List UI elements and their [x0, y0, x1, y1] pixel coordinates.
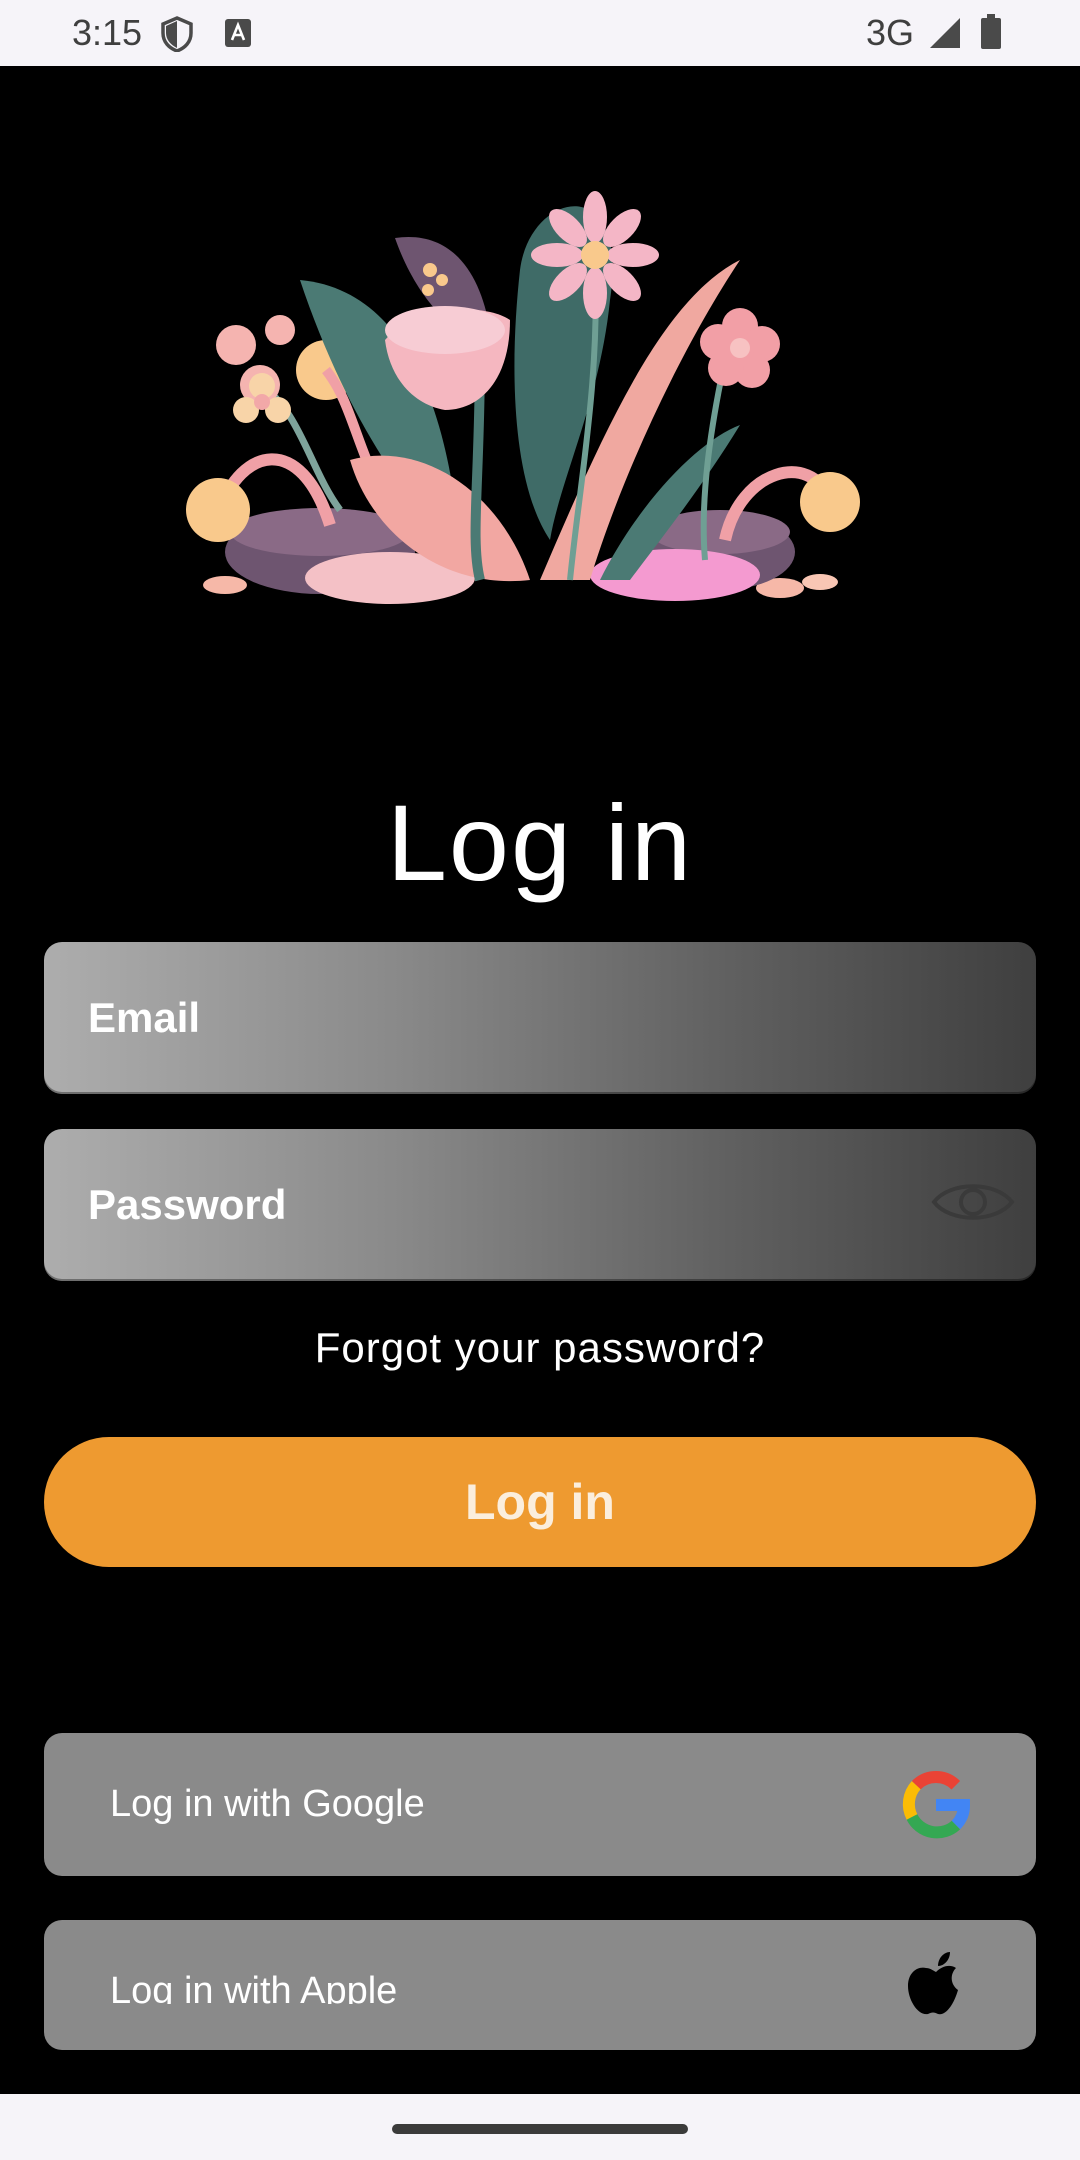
- signal-icon: [926, 16, 962, 55]
- login-button[interactable]: Log in: [44, 1437, 1036, 1567]
- battery-icon: [980, 14, 1002, 55]
- apple-icon: [904, 1950, 968, 2027]
- forgot-password-link[interactable]: Forgot your password?: [0, 1318, 1080, 1378]
- keyboard-a-icon: [224, 18, 252, 53]
- status-time: 3:15: [72, 12, 143, 53]
- shield-icon: [160, 16, 194, 57]
- apple-login-label: Log in with Apple: [110, 1970, 398, 2004]
- home-gesture-handle[interactable]: [392, 2124, 688, 2134]
- network-type: 3G: [866, 12, 915, 53]
- google-icon: [900, 1769, 972, 1846]
- flowers-illustration: [180, 180, 880, 610]
- page-title: Log in: [386, 782, 694, 903]
- email-input[interactable]: [88, 942, 908, 1094]
- password-input[interactable]: [88, 1129, 908, 1281]
- eye-icon[interactable]: [928, 1167, 1018, 1242]
- google-login-button[interactable]: Log in with Google: [44, 1733, 1036, 1876]
- apple-login-button[interactable]: Log in with Apple: [44, 1920, 1036, 2050]
- email-field[interactable]: [44, 942, 1036, 1094]
- google-login-label: Log in with Google: [110, 1783, 425, 1825]
- password-field[interactable]: [44, 1129, 1036, 1281]
- status-bar: 3:15 3G: [0, 0, 1080, 66]
- navigation-bar: [0, 2094, 1080, 2160]
